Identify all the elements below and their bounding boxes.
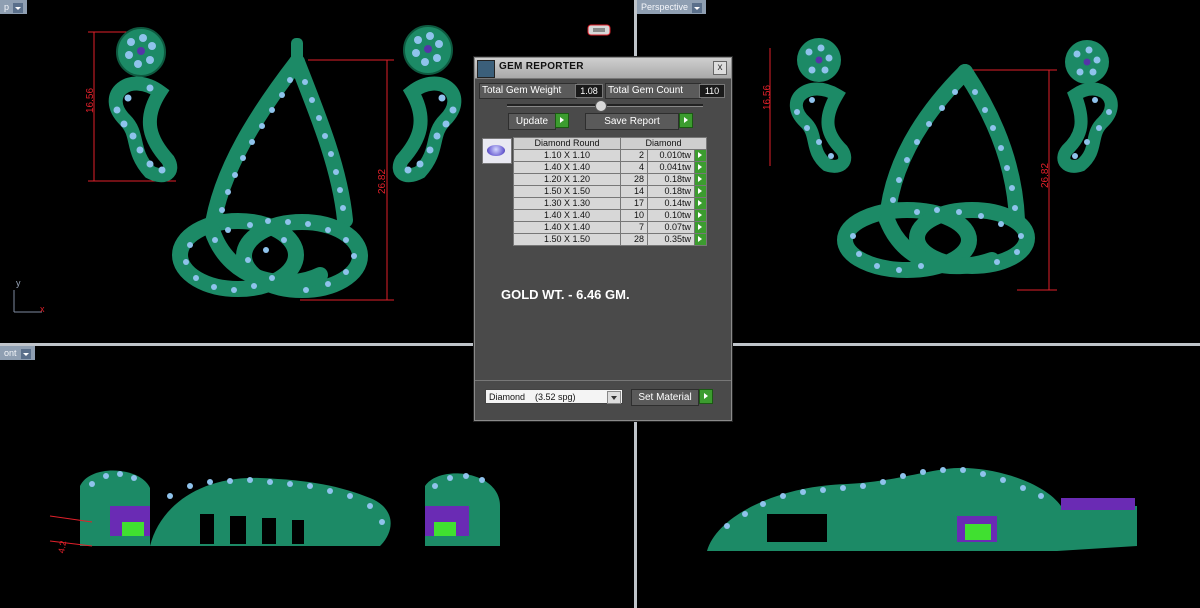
header-material: Diamond xyxy=(620,137,707,150)
viewport-label-top[interactable]: p xyxy=(0,0,28,14)
row-select-arrow-icon[interactable] xyxy=(694,233,707,246)
total-gem-count-value: 110 xyxy=(699,84,725,98)
panel-title: GEM REPORTER xyxy=(499,61,584,72)
row-select-arrow-icon[interactable] xyxy=(694,185,707,198)
gem-count: 7 xyxy=(620,221,648,234)
chevron-down-icon[interactable] xyxy=(13,2,24,13)
gem-count: 28 xyxy=(620,173,648,186)
gem-size: 1.50 X 1.50 xyxy=(513,185,621,198)
table-row[interactable]: 1.40 X 1.40 10 0.10tw xyxy=(513,209,707,222)
right-side-body xyxy=(707,467,1137,551)
gem-size: 1.40 X 1.40 xyxy=(513,221,621,234)
axis-y-label: y xyxy=(16,278,21,288)
row-select-arrow-icon[interactable] xyxy=(694,149,707,162)
viewport-label-top-text: p xyxy=(4,2,10,12)
gem-weight: 0.35tw xyxy=(647,233,695,246)
close-icon[interactable]: x xyxy=(713,61,727,75)
dimension-left-height: 16.56 xyxy=(85,87,97,114)
table-row[interactable]: 1.40 X 1.40 4 0.041tw xyxy=(513,161,707,174)
viewport-label-front[interactable]: ont xyxy=(0,346,35,360)
gem-weight: 0.07tw xyxy=(647,221,695,234)
table-row[interactable]: 1.50 X 1.50 28 0.35tw xyxy=(513,233,707,246)
table-row[interactable]: 1.20 X 1.20 28 0.18tw xyxy=(513,173,707,186)
save-report-button[interactable]: Save Report xyxy=(585,113,679,130)
panel-titlebar[interactable]: GEM REPORTER x xyxy=(475,58,731,79)
gem-weight: 0.010tw xyxy=(647,149,695,162)
gem-size: 1.40 X 1.40 xyxy=(513,209,621,222)
gem-weight: 0.18tw xyxy=(647,173,695,186)
update-button[interactable]: Update xyxy=(508,113,556,130)
gem-weight: 0.10tw xyxy=(647,209,695,222)
gem-count: 17 xyxy=(620,197,648,210)
table-row[interactable]: 1.30 X 1.30 17 0.14tw xyxy=(513,197,707,210)
row-select-arrow-icon[interactable] xyxy=(694,221,707,234)
gem-count: 4 xyxy=(620,161,648,174)
gem-weight: 0.041tw xyxy=(647,161,695,174)
save-report-button-label: Save Report xyxy=(604,116,660,127)
pendant-gems xyxy=(183,77,357,293)
gem-count: 10 xyxy=(620,209,648,222)
set-material-button[interactable]: Set Material xyxy=(631,389,699,406)
update-arrow-icon[interactable] xyxy=(555,113,569,128)
material-select[interactable]: Diamond (3.52 spg) xyxy=(485,389,623,404)
table-row[interactable]: 1.10 X 1.10 2 0.010tw xyxy=(513,149,707,162)
gem-table: Diamond Round Diamond 1.10 X 1.10 2 0.01… xyxy=(513,137,707,246)
gem-table-header: Diamond Round Diamond xyxy=(513,137,707,150)
report-slider-handle[interactable] xyxy=(595,100,607,112)
gem-size: 1.30 X 1.30 xyxy=(513,197,621,210)
dimension-right-height: 16.56 xyxy=(762,84,774,111)
viewport-label-front-text: ont xyxy=(4,348,17,358)
viewport-label-perspective[interactable]: Perspective xyxy=(637,0,707,14)
gem-size: 1.50 X 1.50 xyxy=(513,233,621,246)
table-row[interactable]: 1.40 X 1.40 7 0.07tw xyxy=(513,221,707,234)
gem-weight: 0.14tw xyxy=(647,197,695,210)
gem-count: 28 xyxy=(620,233,648,246)
gem-reporter-icon xyxy=(477,60,495,78)
persp-pendant xyxy=(837,64,1035,278)
table-row[interactable]: 1.50 X 1.50 14 0.18tw xyxy=(513,185,707,198)
material-select-value: Diamond (3.52 spg) xyxy=(489,392,576,402)
total-gem-count-label: Total Gem Count xyxy=(605,83,701,99)
pendant-bail xyxy=(291,38,303,62)
pendant xyxy=(172,54,368,298)
side-pendant xyxy=(150,477,391,546)
gem-count: 2 xyxy=(620,149,648,162)
dimension-side-small: 4.2 xyxy=(56,539,69,555)
cpu-icon[interactable] xyxy=(584,22,614,38)
set-material-arrow-icon[interactable] xyxy=(699,389,713,404)
row-select-arrow-icon[interactable] xyxy=(694,197,707,210)
gold-weight-annotation: GOLD WT. - 6.46 GM. xyxy=(501,287,630,302)
gem-reporter-panel: GEM REPORTER x Total Gem Weight 1.08 Tot… xyxy=(474,57,732,421)
update-button-label: Update xyxy=(515,116,549,127)
panel-divider xyxy=(475,380,731,381)
total-gem-weight-label: Total Gem Weight xyxy=(479,83,577,99)
gem-size: 1.40 X 1.40 xyxy=(513,161,621,174)
row-select-arrow-icon[interactable] xyxy=(694,209,707,222)
gem-weight: 0.18tw xyxy=(647,185,695,198)
axis-indicator xyxy=(13,290,42,313)
gem-count: 14 xyxy=(620,185,648,198)
viewport-label-perspective-text: Perspective xyxy=(641,2,689,12)
dimension-right-main-height: 26.82 xyxy=(1040,162,1052,189)
header-shape: Diamond Round xyxy=(513,137,621,150)
chevron-down-icon[interactable] xyxy=(607,391,621,404)
diamond-gem-icon[interactable] xyxy=(482,138,512,164)
axis-x-label: x xyxy=(40,304,45,314)
gem-size: 1.20 X 1.20 xyxy=(513,173,621,186)
total-gem-weight-value: 1.08 xyxy=(575,84,603,98)
chevron-down-icon[interactable] xyxy=(692,2,703,13)
row-select-arrow-icon[interactable] xyxy=(694,161,707,174)
row-select-arrow-icon[interactable] xyxy=(694,173,707,186)
set-material-button-label: Set Material xyxy=(638,392,692,403)
gem-size: 1.10 X 1.10 xyxy=(513,149,621,162)
dimension-main-height: 26.82 xyxy=(377,168,389,195)
chevron-down-icon[interactable] xyxy=(20,348,31,359)
save-report-arrow-icon[interactable] xyxy=(679,113,693,128)
